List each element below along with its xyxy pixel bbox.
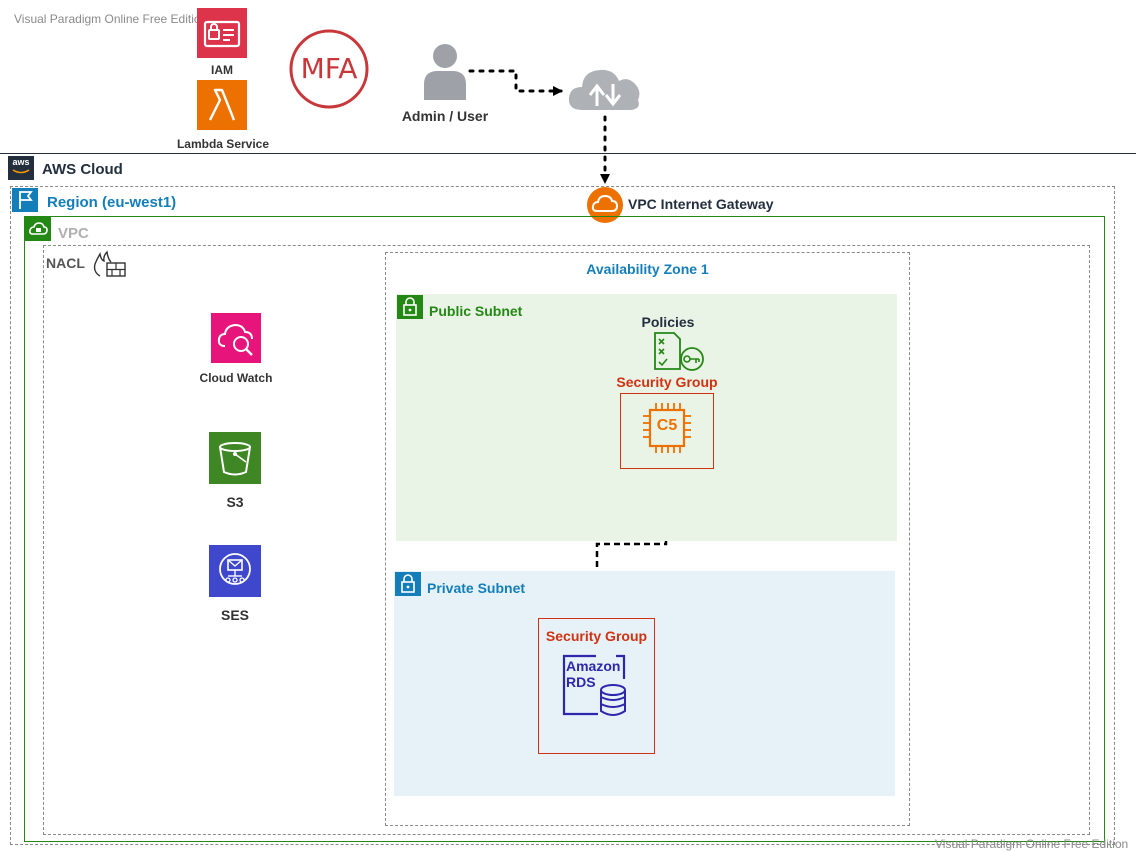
private-security-group-label: Security Group [545,628,648,644]
ec2-chip-icon: C5 [642,400,692,456]
firewall-icon [91,250,127,278]
ses-icon [209,545,261,597]
igw-label: VPC Internet Gateway [628,196,774,212]
availability-zone-label: Availability Zone 1 [586,261,709,277]
aws-logo-icon: aws [8,156,34,180]
cloudwatch-label: Cloud Watch [199,371,273,385]
watermark-bottom: Visual Paradigm Online Free Edition [935,837,1129,851]
s3-bucket-icon [209,432,261,484]
public-subnet-label: Public Subnet [429,303,523,319]
public-subnet-lock-icon [397,295,423,319]
public-security-group-label: Security Group [616,374,718,390]
cloudwatch-icon [211,313,261,363]
policies-label: Policies [641,314,695,330]
aws-cloud-border [0,153,1136,154]
nacl-label: NACL [46,255,85,271]
policies-icon [652,331,706,373]
vpc-icon [25,217,51,241]
private-subnet-label: Private Subnet [427,580,526,596]
private-subnet-lock-icon [395,572,421,596]
ses-label: SES [220,607,249,623]
s3-label: S3 [226,494,244,510]
region-label: Region (eu-west1) [47,194,177,211]
vpc-label: VPC [58,225,89,242]
region-flag-icon [12,188,38,212]
ec2-text: C5 [656,417,678,434]
rds-icon: Amazon RDS [560,653,630,719]
rds-text-line1: Amazon [566,658,621,674]
rds-text-line2: RDS [566,674,596,690]
aws-cloud-label: AWS Cloud [42,161,123,178]
